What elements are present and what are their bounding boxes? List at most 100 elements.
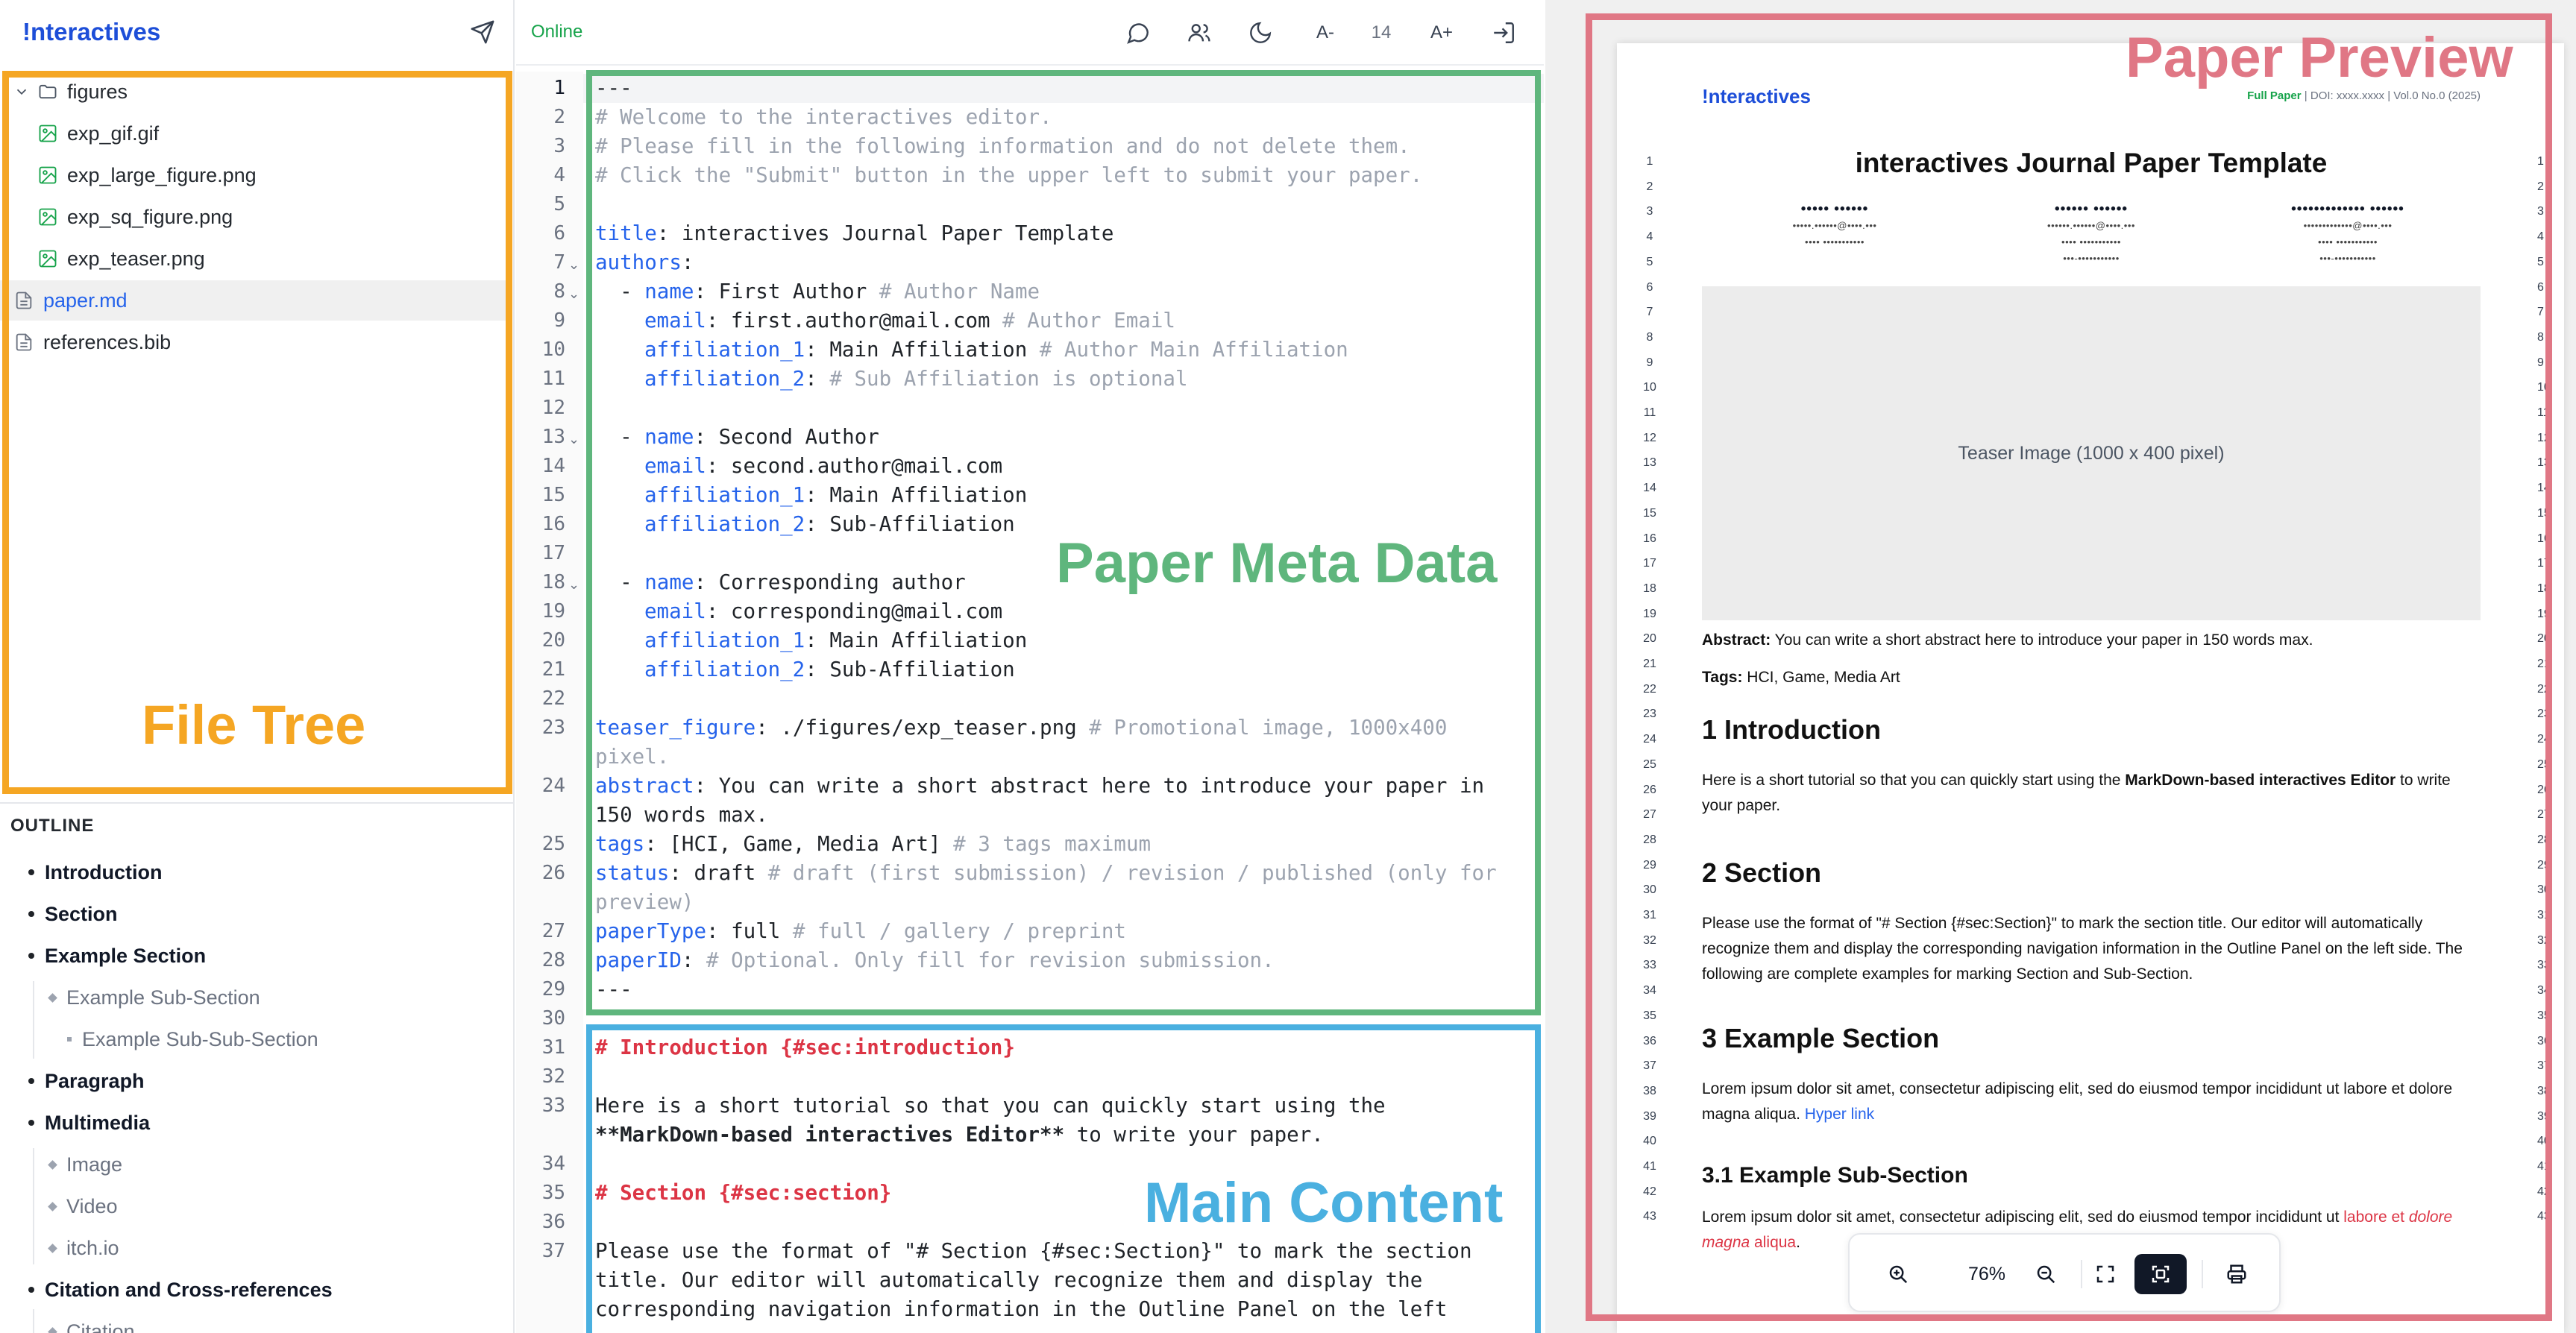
moon-icon (1250, 22, 1272, 43)
fold-chevron-icon[interactable]: ⌄ (568, 577, 579, 593)
line-number: 3 (553, 135, 565, 157)
bullet-icon (48, 992, 57, 1003)
outline-item-example-section[interactable]: Example Section (28, 936, 206, 975)
sidebar-header: !nteractives (0, 0, 513, 66)
outline-label: Introduction (45, 860, 163, 883)
line-number: 9 (553, 309, 565, 332)
bullet-icon (28, 869, 34, 875)
line-number: 4 (553, 164, 565, 186)
connection-status: Online (531, 22, 583, 42)
font-decrease-button[interactable]: A- (1307, 16, 1344, 49)
line-number: 33 (541, 1094, 565, 1117)
app-logo: !nteractives (22, 18, 161, 45)
line-number: 30 (541, 1007, 565, 1030)
outline-item-citation-cross-references[interactable]: Citation and Cross-references (28, 1270, 333, 1309)
line-number: 36 (541, 1211, 565, 1233)
outline-guide (33, 1148, 34, 1264)
line-number: 28 (541, 949, 565, 971)
line-number: 37 (541, 1240, 565, 1262)
outline-label: Citation (66, 1320, 135, 1333)
line-number: 20 (541, 629, 565, 652)
line-number: 19 (541, 600, 565, 623)
line-number: 22 (541, 687, 565, 710)
comment-button[interactable] (1122, 16, 1155, 49)
outline-title: OUTLINE (10, 816, 95, 836)
outline-item-citation[interactable]: Citation (48, 1312, 135, 1333)
comment-icon (1127, 23, 1149, 44)
users-icon (1188, 24, 1210, 42)
bullet-icon (28, 1078, 34, 1084)
line-number: 1 (553, 77, 565, 99)
outline-label: Example Sub-Sub-Section (82, 1027, 318, 1050)
line-number: 10 (541, 338, 565, 361)
main-content-annotation: Main Content (1144, 1171, 1504, 1235)
outline-label: Citation and Cross-references (45, 1278, 333, 1301)
paper-preview-annotation: Paper Preview (2126, 26, 2513, 89)
line-number: 29 (541, 978, 565, 1000)
outline-item-paragraph[interactable]: Paragraph (28, 1062, 145, 1100)
bullet-icon (48, 1243, 57, 1253)
meta-data-annotation: Paper Meta Data (1056, 532, 1498, 595)
line-number: 13 (541, 426, 565, 448)
outline-label: Section (45, 902, 118, 925)
bullet-icon (48, 1326, 57, 1333)
outline-item-image[interactable]: Image (48, 1145, 123, 1184)
collaborators-button[interactable] (1183, 16, 1216, 49)
outline-item-itch-io[interactable]: itch.io (48, 1229, 119, 1267)
outline-item-section[interactable]: Section (28, 895, 118, 933)
line-number: 31 (541, 1036, 565, 1059)
bullet-icon (28, 1120, 34, 1126)
outline-item-example-sub-section[interactable]: Example Sub-Section (48, 978, 260, 1017)
line-number: 2 (553, 106, 565, 128)
line-number: 34 (541, 1153, 565, 1175)
line-number: 11 (541, 368, 565, 390)
line-number: 32 (541, 1065, 565, 1088)
line-number: 14 (541, 455, 565, 477)
editor-toolbar: Online A- 14 A+ (516, 0, 1544, 66)
fold-chevron-icon[interactable]: ⌄ (568, 257, 579, 273)
dark-mode-button[interactable] (1244, 16, 1277, 49)
outline-label: Example Section (45, 944, 207, 967)
line-number: 23 (541, 716, 565, 739)
fold-chevron-icon[interactable]: ⌄ (568, 286, 579, 302)
export-button[interactable] (1487, 16, 1520, 49)
outline-label: Image (66, 1153, 123, 1176)
bullet-icon (48, 1201, 57, 1211)
line-number: 18 (541, 571, 565, 593)
line-number: 35 (541, 1182, 565, 1204)
outline-item-example-sub-sub-section[interactable]: Example Sub-Sub-Section (67, 1020, 318, 1059)
bullet-icon (28, 953, 34, 959)
send-icon[interactable] (470, 19, 495, 45)
outline-label: Video (66, 1194, 118, 1217)
outline-label: Example Sub-Section (66, 986, 260, 1009)
line-number: 17 (541, 542, 565, 564)
outline-item-video[interactable]: Video (48, 1187, 118, 1226)
export-icon (1494, 22, 1514, 43)
outline-item-multimedia[interactable]: Multimedia (28, 1103, 150, 1142)
line-number: 7 (553, 251, 565, 274)
line-number: 12 (541, 397, 565, 419)
font-increase-button[interactable]: A+ (1423, 16, 1460, 49)
outline-guide (33, 1309, 34, 1333)
outline-item-introduction[interactable]: Introduction (28, 853, 162, 892)
line-number: 16 (541, 513, 565, 535)
outline-label: itch.io (66, 1236, 119, 1259)
outline-guide (33, 981, 34, 1059)
outline-label: Paragraph (45, 1069, 145, 1092)
outline-label: Multimedia (45, 1111, 151, 1134)
bullet-icon (28, 1287, 34, 1293)
bullet-icon (48, 1159, 57, 1170)
line-number: 27 (541, 920, 565, 942)
paper-preview-highlight (1586, 13, 2552, 1321)
line-number: 5 (553, 193, 565, 215)
line-number: 15 (541, 484, 565, 506)
line-number: 26 (541, 862, 565, 884)
line-number: 8 (553, 280, 565, 303)
font-size-value: 14 (1371, 22, 1392, 42)
line-number: 6 (553, 222, 565, 245)
line-number: 24 (541, 775, 565, 797)
bullet-icon (67, 1037, 72, 1041)
bullet-icon (28, 911, 34, 917)
fold-chevron-icon[interactable]: ⌄ (568, 432, 579, 447)
outline-divider (0, 802, 513, 804)
